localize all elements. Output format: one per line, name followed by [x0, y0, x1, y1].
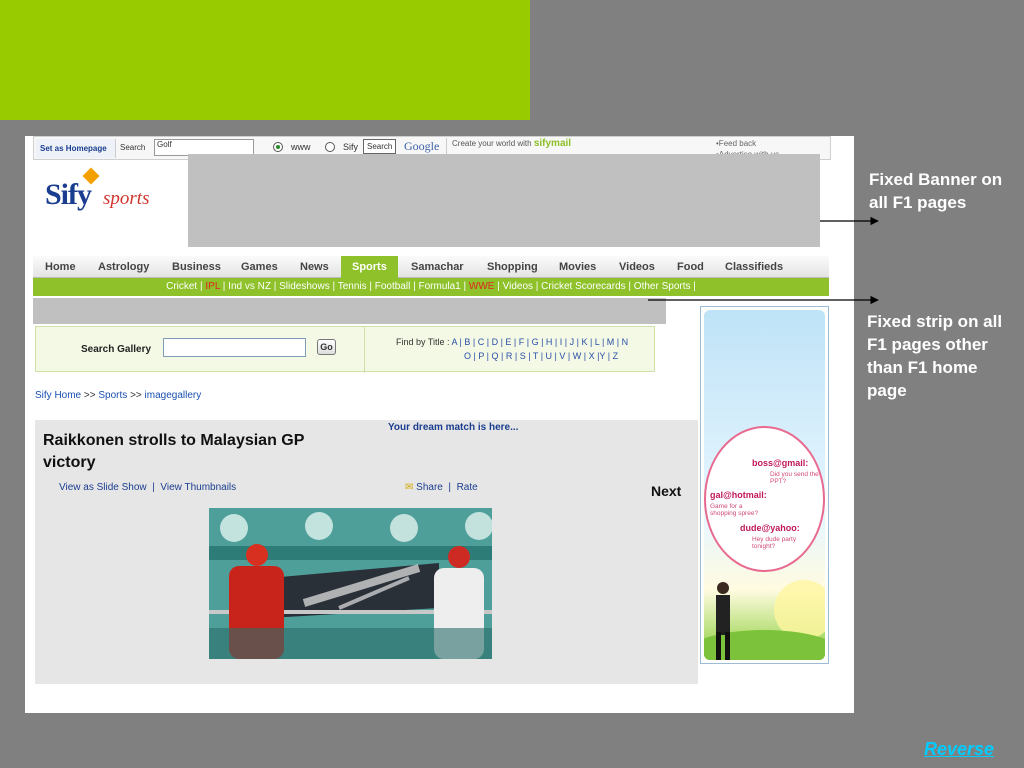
reverse-link[interactable]: Reverse [924, 739, 994, 760]
strip-note: Fixed strip on all F1 pages other than F… [867, 312, 1003, 400]
banner-note: Fixed Banner on all F1 pages [869, 170, 1003, 212]
